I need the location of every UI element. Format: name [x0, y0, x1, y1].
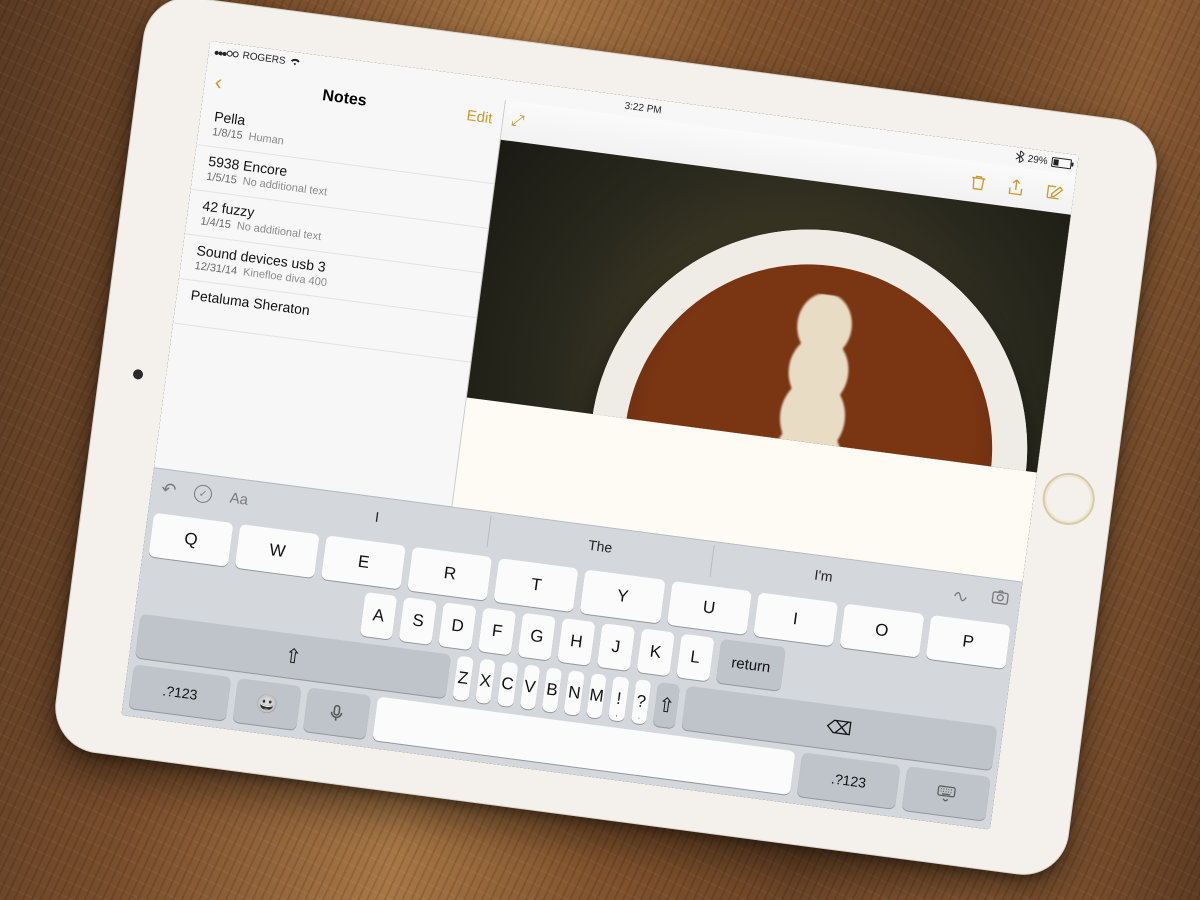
key-d[interactable]: D: [438, 602, 476, 650]
key-i[interactable]: I: [753, 592, 838, 646]
return-key[interactable]: return: [715, 639, 786, 691]
key-n[interactable]: N: [564, 670, 585, 716]
key-k[interactable]: K: [636, 628, 674, 676]
key-h[interactable]: H: [557, 618, 595, 666]
coffee-cup: [563, 203, 1053, 473]
key-x[interactable]: X: [475, 659, 496, 705]
battery-pct: 29%: [1027, 153, 1048, 167]
signal-dots-icon: [214, 46, 239, 60]
bluetooth-icon: [1015, 150, 1025, 166]
key-b[interactable]: B: [542, 667, 563, 713]
key-j[interactable]: J: [597, 623, 635, 671]
shift-key-right[interactable]: ⇧: [653, 682, 680, 728]
dictation-key[interactable]: [303, 687, 371, 739]
share-icon[interactable]: [1005, 176, 1027, 198]
key-f[interactable]: F: [478, 608, 516, 656]
key-g[interactable]: G: [518, 613, 556, 661]
key-u[interactable]: U: [666, 581, 751, 635]
symbols-key-right[interactable]: .?123: [797, 752, 900, 808]
expand-icon[interactable]: ⤢: [510, 112, 525, 132]
undo-icon[interactable]: ↶: [160, 478, 178, 501]
key-m[interactable]: M: [586, 673, 607, 719]
edit-button[interactable]: Edit: [466, 107, 494, 127]
notes-list[interactable]: Pella 1/8/15Human 5938 Encore 1/5/15No a…: [154, 100, 500, 506]
key-l[interactable]: L: [676, 634, 714, 682]
hide-keyboard-key[interactable]: [901, 766, 990, 821]
key-c[interactable]: C: [497, 661, 518, 707]
front-camera: [132, 369, 143, 380]
key-z[interactable]: Z: [452, 656, 473, 702]
screen: ROGERS 3:22 PM 29%: [121, 41, 1078, 830]
clock: 3:22 PM: [624, 100, 662, 116]
ipad-frame: ROGERS 3:22 PM 29%: [50, 0, 1163, 880]
key-![interactable]: !,: [608, 676, 629, 722]
compose-icon[interactable]: [1042, 181, 1064, 203]
key-p[interactable]: P: [926, 615, 1011, 669]
symbols-key[interactable]: .?123: [128, 664, 231, 720]
key-a[interactable]: A: [359, 592, 397, 640]
key-s[interactable]: S: [399, 597, 437, 645]
key-q[interactable]: Q: [148, 513, 233, 567]
notes-sidebar: ‹ Notes Edit Pella 1/8/15Human 5938 Enco…: [154, 61, 506, 507]
home-button[interactable]: [1040, 470, 1098, 528]
handwriting-icon[interactable]: [951, 580, 974, 607]
emoji-key[interactable]: 😀: [233, 678, 301, 730]
wifi-icon: [289, 55, 303, 69]
font-icon[interactable]: Aa: [229, 489, 249, 508]
key-y[interactable]: Y: [580, 570, 665, 624]
key-w[interactable]: W: [235, 524, 320, 578]
key-v[interactable]: V: [519, 664, 540, 710]
key-o[interactable]: O: [839, 604, 924, 658]
carrier-label: ROGERS: [242, 50, 286, 67]
camera-icon[interactable]: [989, 585, 1012, 612]
checklist-icon[interactable]: ✓: [193, 484, 213, 504]
key-t[interactable]: T: [494, 558, 579, 612]
key-e[interactable]: E: [321, 535, 406, 589]
key-r[interactable]: R: [407, 547, 492, 601]
battery-icon: [1051, 157, 1072, 170]
key-?[interactable]: ?.: [631, 679, 652, 725]
notes-app: ROGERS 3:22 PM 29%: [121, 41, 1078, 830]
trash-icon[interactable]: [967, 171, 989, 193]
note-content[interactable]: ⤢: [452, 100, 1076, 582]
